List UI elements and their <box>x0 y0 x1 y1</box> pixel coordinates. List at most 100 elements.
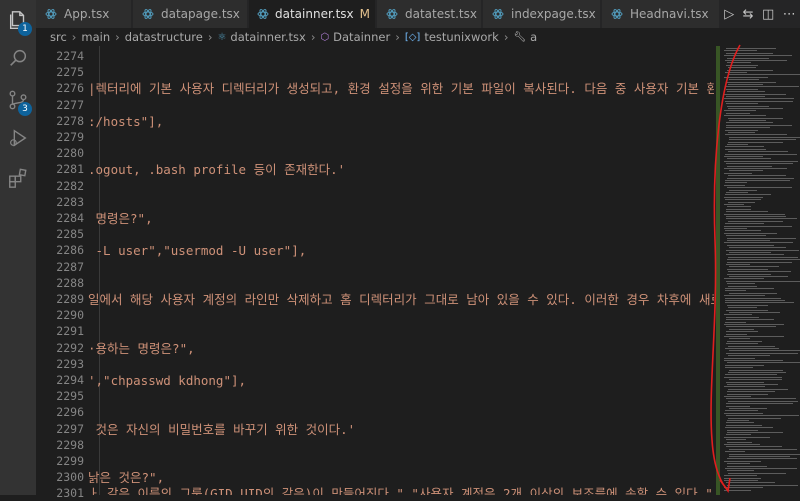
minimap-line <box>725 146 764 148</box>
more-actions-icon[interactable]: ⋯ <box>783 7 796 22</box>
minimap-line <box>725 60 787 61</box>
minimap-line <box>727 420 749 421</box>
minimap-line <box>724 228 747 229</box>
minimap-line <box>728 84 763 85</box>
minimap-line <box>728 285 757 287</box>
minimap-line <box>727 105 769 107</box>
explorer-icon[interactable]: 1 <box>0 2 36 38</box>
code-line: 일에서 해당 사용자 계정의 라인만 삭제하고 홈 디렉터리가 그대로 남아 있… <box>88 292 714 307</box>
line-number: 2277 <box>56 97 84 112</box>
minimap-line <box>729 408 767 409</box>
breadcrumb-src[interactable]: src <box>50 30 67 44</box>
minimap-line <box>728 271 791 273</box>
minimap-line <box>726 343 758 345</box>
minimap-line <box>725 367 753 369</box>
code-line: 명령은?", <box>88 211 153 226</box>
line-number: 2298 <box>56 437 84 452</box>
code-line: :/hosts"], <box>88 113 164 129</box>
tab-label: datatest.tsx <box>405 7 477 21</box>
source-control-icon[interactable]: 3 <box>0 82 36 118</box>
breadcrumb-variable[interactable]: testunixwork <box>424 30 499 44</box>
minimap-line <box>724 475 757 477</box>
code-line: .ogout, .bash profile 등이 존재한다.' <box>88 162 346 178</box>
minimap-line <box>724 436 770 438</box>
tab-datatest[interactable]: datatest.tsx <box>377 0 482 28</box>
line-number: 2282 <box>56 178 84 193</box>
minimap-line <box>726 415 799 417</box>
breadcrumb-main[interactable]: main <box>81 30 110 44</box>
minimap-line <box>729 338 750 340</box>
minimap-line <box>727 259 800 261</box>
react-icon <box>385 8 399 20</box>
minimap-line <box>725 364 764 366</box>
run-icon[interactable]: ▷ <box>724 7 734 22</box>
minimap-line <box>725 100 793 102</box>
minimap-line <box>729 369 783 371</box>
minimap-line <box>727 57 769 59</box>
tab-datapage[interactable]: datapage.tsx <box>133 0 248 28</box>
minimap-line <box>727 273 771 275</box>
breadcrumb-file[interactable]: datainner.tsx <box>230 30 305 44</box>
line-number: 2291 <box>56 324 84 339</box>
minimap-line <box>726 482 775 484</box>
code-editor[interactable]: |렉터리에 기본 사용자 디렉터리가 생성되고, 환경 설정을 위한 기본 파일… <box>88 46 714 495</box>
minimap-line <box>727 340 762 342</box>
tab-datainner[interactable]: datainner.tsx M <box>249 0 376 28</box>
minimap-line <box>726 352 798 354</box>
line-number: 2275 <box>56 65 84 80</box>
minimap-line <box>724 477 761 479</box>
tab-headnavi[interactable]: Headnavi.tsx <box>602 0 720 28</box>
extensions-icon[interactable] <box>0 160 36 196</box>
minimap-line <box>724 487 763 489</box>
run-debug-icon[interactable] <box>0 120 36 156</box>
minimap-line <box>728 108 783 109</box>
minimap-line <box>725 451 745 453</box>
breadcrumb-property[interactable]: a <box>530 30 537 44</box>
minimap-line <box>724 50 757 52</box>
minimap-line <box>724 295 765 297</box>
minimap-line <box>728 355 770 357</box>
minimap-line <box>727 268 768 270</box>
minimap-line <box>726 331 758 333</box>
line-number: 2287 <box>56 259 84 274</box>
split-editor-icon[interactable]: ◫ <box>762 7 774 22</box>
minimap-line <box>729 379 782 381</box>
breadcrumb-datastructure[interactable]: datastructure <box>125 30 203 44</box>
minimap-slider[interactable] <box>716 46 720 495</box>
minimap-line <box>727 391 775 393</box>
minimap[interactable] <box>716 46 800 495</box>
tab-app[interactable]: App.tsx <box>36 0 132 28</box>
variable-icon: [◇] <box>404 31 421 43</box>
minimap-line <box>727 384 778 385</box>
explorer-badge: 1 <box>18 22 32 36</box>
line-number: 2284 <box>56 211 84 225</box>
minimap-line <box>727 206 751 208</box>
line-number: 2286 <box>56 243 84 258</box>
minimap-line <box>728 67 756 69</box>
minimap-line <box>729 448 797 450</box>
editor-tabs: App.tsx datapage.tsx datainner.tsx M dat… <box>36 0 800 28</box>
line-number: 2276 <box>56 81 84 96</box>
line-number: 2274 <box>56 49 84 63</box>
minimap-line <box>728 117 783 119</box>
breadcrumb-component[interactable]: Datainner <box>333 30 390 44</box>
minimap-line <box>725 129 758 131</box>
minimap-line <box>724 386 765 388</box>
minimap-line <box>725 297 781 299</box>
line-number: 2292 <box>56 340 84 355</box>
minimap-line <box>726 124 792 126</box>
minimap-line <box>729 170 763 172</box>
chevron-right-icon: › <box>395 30 400 44</box>
minimap-line <box>724 460 761 462</box>
minimap-line <box>729 139 796 141</box>
search-icon[interactable] <box>0 40 36 76</box>
tab-label: App.tsx <box>64 7 110 21</box>
react-icon <box>141 8 155 20</box>
minimap-line <box>725 290 746 292</box>
minimap-line <box>726 254 784 256</box>
compare-changes-icon[interactable]: ⇆ <box>743 7 754 22</box>
minimap-line <box>726 192 748 193</box>
component-icon: ⬡ <box>320 31 330 43</box>
tab-indexpage[interactable]: indexpage.tsx <box>483 0 601 28</box>
minimap-line <box>727 458 797 460</box>
